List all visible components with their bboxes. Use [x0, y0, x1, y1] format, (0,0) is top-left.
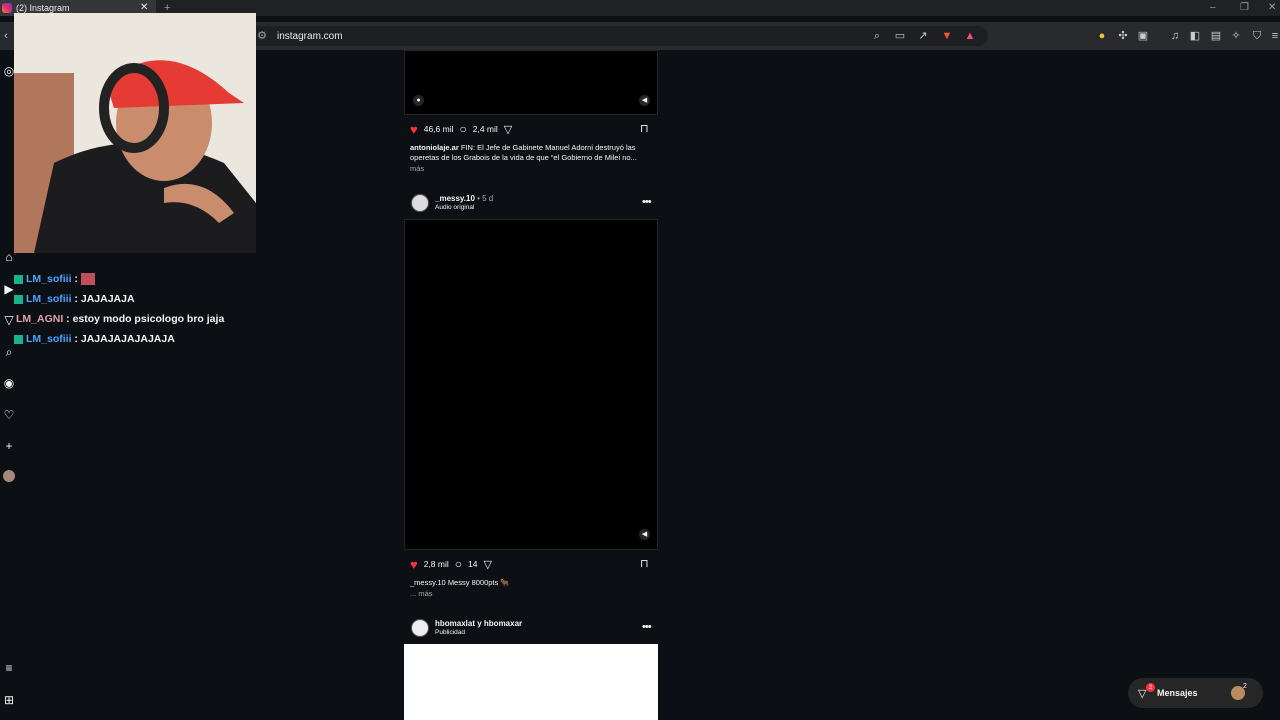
- chat-separator: :: [71, 293, 81, 305]
- chat-text: estoy modo psicologo bro jaja: [72, 313, 225, 325]
- save-bookmark-icon[interactable]: ⊓: [640, 557, 649, 570]
- webcam-image-icon: [14, 13, 256, 253]
- explore-icon[interactable]: ◉: [2, 376, 16, 390]
- comment-count: 2,4 mil: [472, 124, 498, 134]
- minimize-button[interactable]: –: [1210, 0, 1216, 16]
- streamer-webcam: [14, 13, 256, 253]
- audio-toggle-icon[interactable]: ◀: [639, 529, 650, 540]
- caption-text: Messy 8000pts 🐂: [447, 578, 510, 587]
- subscriber-badge-icon: [14, 294, 23, 304]
- sponsored-label: Publicidad: [435, 629, 465, 636]
- share-icon[interactable]: ▽: [504, 123, 512, 136]
- like-heart-icon[interactable]: ♥: [410, 558, 418, 571]
- comment-count: 14: [468, 559, 478, 569]
- message-contact-count: 2: [1243, 683, 1247, 690]
- chat-message: LM_sofiii : JAJAJAJA: [14, 293, 135, 305]
- messages-badge: 2: [1146, 683, 1155, 692]
- caption-more-link[interactable]: ... más: [410, 589, 650, 599]
- chat-text: JAJAJAJA: [80, 293, 135, 305]
- media-icon[interactable]: ♫: [1169, 30, 1181, 42]
- save-bookmark-icon[interactable]: ⊓: [640, 122, 649, 135]
- back-icon[interactable]: ‹: [0, 30, 12, 42]
- subscriber-badge-icon: [14, 274, 23, 284]
- post-options-button[interactable]: •••: [642, 196, 652, 208]
- post-media[interactable]: [404, 50, 658, 115]
- vpn-icon[interactable]: ⛉: [1251, 30, 1263, 42]
- site-settings-icon[interactable]: ⚙: [256, 30, 268, 42]
- post-header: _messy.10 • 5 d: [435, 194, 493, 203]
- search-icon[interactable]: ⌕: [2, 345, 16, 359]
- ad-media[interactable]: [404, 644, 658, 720]
- post-options-button[interactable]: •••: [642, 621, 652, 633]
- also-from-meta-icon[interactable]: ⊞: [2, 693, 16, 707]
- restore-button[interactable]: ❐: [1240, 0, 1249, 16]
- chat-username: LM_sofiii: [26, 293, 72, 305]
- comment-icon[interactable]: ○: [455, 557, 462, 571]
- zoom-icon[interactable]: ⌕: [871, 30, 883, 42]
- more-menu-icon[interactable]: ≡: [2, 661, 16, 675]
- like-heart-icon[interactable]: ♥: [410, 123, 418, 136]
- extension-color-icon[interactable]: ●: [1096, 30, 1108, 42]
- post-caption: antoniolaje.ar FIN: El Jefe de Gabinete …: [410, 143, 650, 163]
- post-caption: _messy.10 Messy 8000pts 🐂: [410, 578, 650, 588]
- chat-username: LM_sofiii: [26, 273, 72, 285]
- chat-message: LM_sofiii :: [14, 273, 95, 286]
- post-avatar[interactable]: [411, 194, 429, 212]
- comment-icon[interactable]: ○: [459, 122, 466, 136]
- caption-more-link[interactable]: más: [410, 164, 650, 174]
- chat-message: LM_sofiii : JAJAJAJAJAJAJA: [14, 333, 175, 345]
- cast-icon[interactable]: ▭: [894, 30, 906, 42]
- close-window-button[interactable]: ✕: [1268, 0, 1276, 16]
- post-media[interactable]: [404, 219, 658, 550]
- like-count: 46,6 mil: [423, 124, 454, 134]
- screenshot-icon[interactable]: ▣: [1137, 30, 1149, 42]
- post-username[interactable]: hbomaxlat y hbomaxar: [435, 619, 522, 628]
- sidebar-icon[interactable]: ◧: [1189, 30, 1201, 42]
- share-icon[interactable]: ↗: [917, 30, 929, 42]
- extensions-icon[interactable]: ✣: [1117, 30, 1129, 42]
- profile-avatar-icon[interactable]: [3, 470, 15, 482]
- menu-icon[interactable]: ≡: [1269, 30, 1280, 42]
- notifications-heart-icon[interactable]: ♡: [2, 408, 16, 422]
- chat-message: LM_AGNI : estoy modo psicologo bro jaja: [16, 313, 224, 325]
- post-avatar[interactable]: [411, 619, 429, 637]
- chat-separator: :: [71, 333, 81, 345]
- chat-emote-icon: [80, 273, 95, 286]
- messages-label: Mensajes: [1157, 688, 1198, 698]
- direct-icon[interactable]: ▽: [2, 313, 16, 327]
- brave-rewards-icon[interactable]: ▲: [964, 30, 976, 42]
- chat-username: LM_AGNI: [16, 313, 64, 325]
- caption-username[interactable]: antoniolaje.ar: [410, 143, 459, 152]
- url-text[interactable]: instagram.com: [277, 31, 343, 42]
- wallet-icon[interactable]: ▤: [1210, 30, 1222, 42]
- chat-separator: :: [63, 313, 73, 325]
- tagged-user-icon[interactable]: ●: [413, 95, 424, 106]
- like-count: 2,8 mil: [423, 559, 449, 569]
- post-audio-label[interactable]: Audio original: [435, 204, 474, 211]
- post-username[interactable]: _messy.10: [435, 194, 475, 203]
- post-actions: ♥ 46,6 mil ○ 2,4 mil ▽: [410, 122, 512, 136]
- post-time: • 5 d: [474, 194, 494, 203]
- chat-username: LM_sofiii: [26, 333, 72, 345]
- direct-messages-icon: ▽: [1138, 688, 1147, 700]
- post-actions: ♥ 2,8 mil ○ 14 ▽: [410, 557, 492, 571]
- instagram-favicon-icon: [2, 3, 12, 13]
- caption-username[interactable]: _messy.10: [410, 578, 446, 587]
- chat-separator: :: [71, 273, 81, 285]
- chat-text: JAJAJAJAJAJAJA: [80, 333, 175, 345]
- audio-toggle-icon[interactable]: ◀: [639, 95, 650, 106]
- create-icon[interactable]: +: [2, 439, 16, 453]
- share-icon[interactable]: ▽: [483, 558, 491, 571]
- subscriber-badge-icon: [14, 334, 23, 344]
- leo-ai-icon[interactable]: ✧: [1230, 30, 1242, 42]
- brave-shield-icon[interactable]: ▼: [941, 30, 953, 42]
